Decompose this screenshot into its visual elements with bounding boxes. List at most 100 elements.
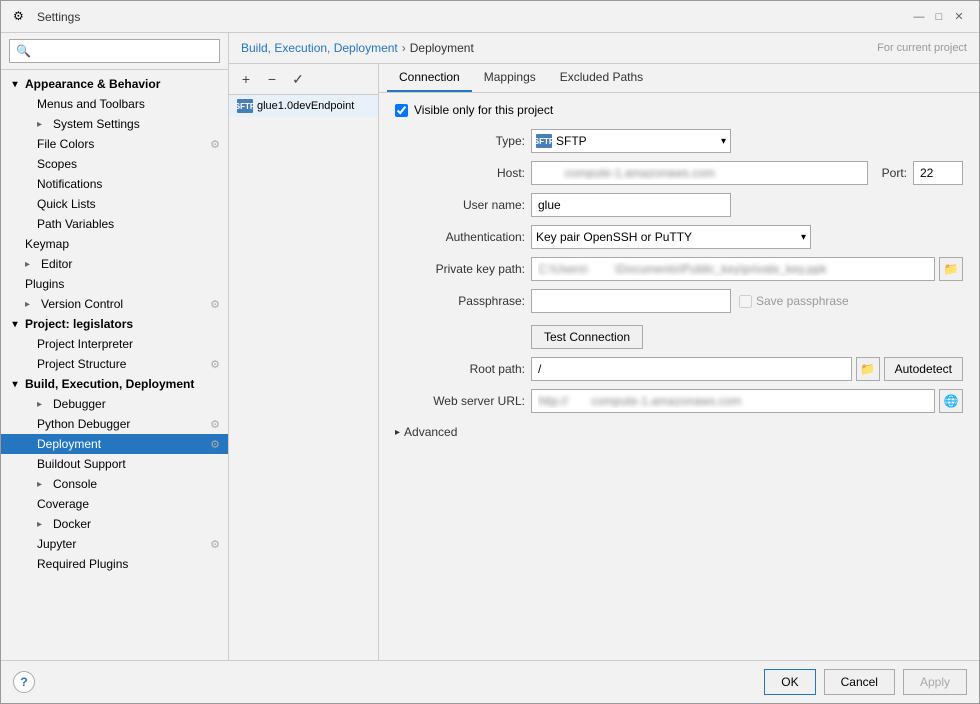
advanced-toggle[interactable]: Advanced bbox=[395, 421, 963, 443]
username-label: User name: bbox=[395, 198, 525, 212]
expand-arrow bbox=[9, 378, 21, 390]
cancel-button[interactable]: Cancel bbox=[824, 669, 895, 695]
sidebar-item-project-interpreter[interactable]: Project Interpreter bbox=[1, 334, 228, 354]
sidebar-item-editor[interactable]: ▸ Editor bbox=[1, 254, 228, 274]
auth-select[interactable]: Key pair OpenSSH or PuTTY ▾ bbox=[531, 225, 811, 249]
host-input[interactable] bbox=[531, 161, 868, 185]
form-area: Visible only for this project Type: SFTP… bbox=[379, 93, 979, 660]
sidebar-item-coverage[interactable]: Coverage bbox=[1, 494, 228, 514]
maximize-button[interactable]: □ bbox=[931, 9, 947, 25]
expand-icon: ▸ bbox=[37, 399, 49, 410]
window-controls: — □ ✕ bbox=[911, 9, 967, 25]
server-item[interactable]: SFTP glue1.0devEndpoint bbox=[229, 95, 378, 117]
search-input[interactable] bbox=[9, 39, 220, 63]
sidebar-item-path-variables[interactable]: Path Variables bbox=[1, 214, 228, 234]
apply-button[interactable]: Apply bbox=[903, 669, 967, 695]
browse-private-key-button[interactable]: 📁 bbox=[939, 257, 963, 281]
sidebar-item-deployment[interactable]: Deployment ⚙ bbox=[1, 434, 228, 454]
port-label: Port: bbox=[882, 166, 907, 180]
remove-server-button[interactable]: − bbox=[261, 68, 283, 90]
private-key-label: Private key path: bbox=[395, 262, 525, 276]
close-button[interactable]: ✕ bbox=[951, 9, 967, 25]
test-connection-button[interactable]: Test Connection bbox=[531, 325, 643, 349]
type-select[interactable]: SFTP SFTP ▾ bbox=[531, 129, 731, 153]
sidebar-item-quick-lists[interactable]: Quick Lists bbox=[1, 194, 228, 214]
username-row: User name: bbox=[395, 193, 963, 217]
type-row: Type: SFTP SFTP ▾ bbox=[395, 129, 963, 153]
sidebar: Appearance & Behavior Menus and Toolbars… bbox=[1, 33, 229, 660]
browse-root-path-button[interactable]: 📁 bbox=[856, 357, 880, 381]
server-list-items: SFTP glue1.0devEndpoint bbox=[229, 95, 378, 660]
item-label: Debugger bbox=[53, 397, 106, 411]
type-label: Type: bbox=[395, 134, 525, 148]
sidebar-item-jupyter[interactable]: Jupyter ⚙ bbox=[1, 534, 228, 554]
sidebar-item-menus-toolbars[interactable]: Menus and Toolbars bbox=[1, 94, 228, 114]
passphrase-input[interactable] bbox=[531, 289, 731, 313]
username-input[interactable] bbox=[531, 193, 731, 217]
sidebar-item-buildout-support[interactable]: Buildout Support bbox=[1, 454, 228, 474]
visible-only-checkbox[interactable] bbox=[395, 104, 408, 117]
sidebar-item-system-settings[interactable]: ▸ System Settings bbox=[1, 114, 228, 134]
web-server-container: 🌐 bbox=[531, 389, 963, 413]
open-url-button[interactable]: 🌐 bbox=[939, 389, 963, 413]
item-label: Deployment bbox=[37, 437, 101, 451]
gear-icon: ⚙ bbox=[210, 298, 220, 311]
expand-icon: ▸ bbox=[37, 519, 49, 530]
sidebar-item-docker[interactable]: ▸ Docker bbox=[1, 514, 228, 534]
root-path-container: 📁 Autodetect bbox=[531, 357, 963, 381]
root-path-input[interactable] bbox=[531, 357, 852, 381]
tab-connection[interactable]: Connection bbox=[387, 64, 472, 92]
sidebar-item-python-debugger[interactable]: Python Debugger ⚙ bbox=[1, 414, 228, 434]
sidebar-item-project-legislators[interactable]: Project: legislators bbox=[1, 314, 228, 334]
passphrase-row: Passphrase: Save passphrase bbox=[395, 289, 963, 313]
item-label: Scopes bbox=[37, 157, 77, 171]
tab-mappings[interactable]: Mappings bbox=[472, 64, 548, 92]
section-build: Build, Execution, Deployment ▸ Debugger … bbox=[1, 374, 228, 574]
sidebar-item-appearance-behavior[interactable]: Appearance & Behavior bbox=[1, 74, 228, 94]
sidebar-item-debugger[interactable]: ▸ Debugger bbox=[1, 394, 228, 414]
sidebar-item-keymap[interactable]: Keymap bbox=[1, 234, 228, 254]
item-label: Project Structure bbox=[37, 357, 126, 371]
tab-excluded-paths[interactable]: Excluded Paths bbox=[548, 64, 655, 92]
port-input[interactable]: 22 bbox=[913, 161, 963, 185]
right-panel: Build, Execution, Deployment › Deploymen… bbox=[229, 33, 979, 660]
help-button[interactable]: ? bbox=[13, 671, 35, 693]
save-passphrase-checkbox[interactable] bbox=[739, 295, 752, 308]
web-server-row: Web server URL: 🌐 bbox=[395, 389, 963, 413]
search-box bbox=[1, 33, 228, 70]
sidebar-item-project-structure[interactable]: Project Structure ⚙ bbox=[1, 354, 228, 374]
breadcrumb-parent[interactable]: Build, Execution, Deployment bbox=[241, 41, 398, 55]
sidebar-item-build-execution-deployment[interactable]: Build, Execution, Deployment bbox=[1, 374, 228, 394]
root-path-label: Root path: bbox=[395, 362, 525, 376]
visible-only-row: Visible only for this project bbox=[395, 103, 963, 117]
ok-button[interactable]: OK bbox=[764, 669, 815, 695]
add-server-button[interactable]: + bbox=[235, 68, 257, 90]
sidebar-item-plugins[interactable]: Plugins bbox=[1, 274, 228, 294]
item-label: Coverage bbox=[37, 497, 89, 511]
breadcrumb: Build, Execution, Deployment › Deploymen… bbox=[229, 33, 979, 64]
item-label: Plugins bbox=[25, 277, 64, 291]
item-label: Path Variables bbox=[37, 217, 114, 231]
tab-bar: Connection Mappings Excluded Paths bbox=[379, 64, 979, 93]
sidebar-item-notifications[interactable]: Notifications bbox=[1, 174, 228, 194]
item-label: Docker bbox=[53, 517, 91, 531]
item-label: Editor bbox=[41, 257, 72, 271]
root-path-row: Root path: 📁 Autodetect bbox=[395, 357, 963, 381]
private-key-input[interactable] bbox=[531, 257, 935, 281]
check-button[interactable]: ✓ bbox=[287, 68, 309, 90]
server-name: glue1.0devEndpoint bbox=[257, 100, 354, 112]
sidebar-item-version-control[interactable]: ▸ Version Control ⚙ bbox=[1, 294, 228, 314]
sidebar-item-console[interactable]: ▸ Console bbox=[1, 474, 228, 494]
sidebar-item-required-plugins[interactable]: Required Plugins bbox=[1, 554, 228, 574]
item-label: Jupyter bbox=[37, 537, 76, 551]
auth-dropdown-arrow-icon: ▾ bbox=[801, 232, 806, 243]
sidebar-item-file-colors[interactable]: File Colors ⚙ bbox=[1, 134, 228, 154]
gear-icon: ⚙ bbox=[210, 138, 220, 151]
expand-icon: ▸ bbox=[37, 119, 49, 130]
item-label: Python Debugger bbox=[37, 417, 130, 431]
main-content: Appearance & Behavior Menus and Toolbars… bbox=[1, 33, 979, 660]
web-server-input[interactable] bbox=[531, 389, 935, 413]
minimize-button[interactable]: — bbox=[911, 9, 927, 25]
autodetect-button[interactable]: Autodetect bbox=[884, 357, 963, 381]
sidebar-item-scopes[interactable]: Scopes bbox=[1, 154, 228, 174]
